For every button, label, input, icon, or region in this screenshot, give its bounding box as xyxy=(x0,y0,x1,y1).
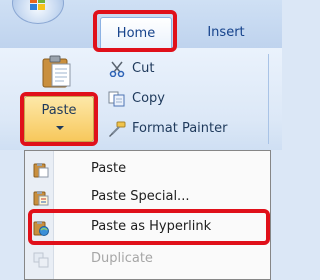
copy-label: Copy xyxy=(132,91,165,106)
office-logo-icon xyxy=(30,0,46,11)
copy-icon xyxy=(108,91,125,107)
paintbrush-icon xyxy=(109,121,126,137)
cut-label: Cut xyxy=(132,61,155,76)
menu-item-duplicate[interactable]: Duplicate xyxy=(25,246,270,274)
copy-button[interactable]: Copy xyxy=(106,88,165,110)
format-painter-label: Format Painter xyxy=(132,121,228,136)
highlight-box-paste-as-hyperlink xyxy=(28,209,270,245)
menu-item-paste[interactable]: Paste xyxy=(25,156,270,184)
group-divider xyxy=(268,54,269,144)
paste-special-icon xyxy=(33,190,49,206)
highlight-box-home-tab xyxy=(93,10,177,52)
menu-item-paste-special[interactable]: Paste Special... xyxy=(25,184,270,212)
menu-item-label: Duplicate xyxy=(91,251,153,266)
clipboard-icon[interactable] xyxy=(40,54,72,88)
scissors-icon xyxy=(109,61,125,77)
menu-item-label: Paste Special... xyxy=(91,189,190,204)
cut-button[interactable]: Cut xyxy=(106,58,154,80)
menu-item-label: Paste xyxy=(91,161,127,176)
duplicate-icon xyxy=(33,252,49,268)
format-painter-button[interactable]: Format Painter xyxy=(106,118,227,140)
paste-icon xyxy=(33,162,49,178)
highlight-box-paste-button xyxy=(20,92,98,146)
tab-insert[interactable]: Insert xyxy=(200,17,252,48)
